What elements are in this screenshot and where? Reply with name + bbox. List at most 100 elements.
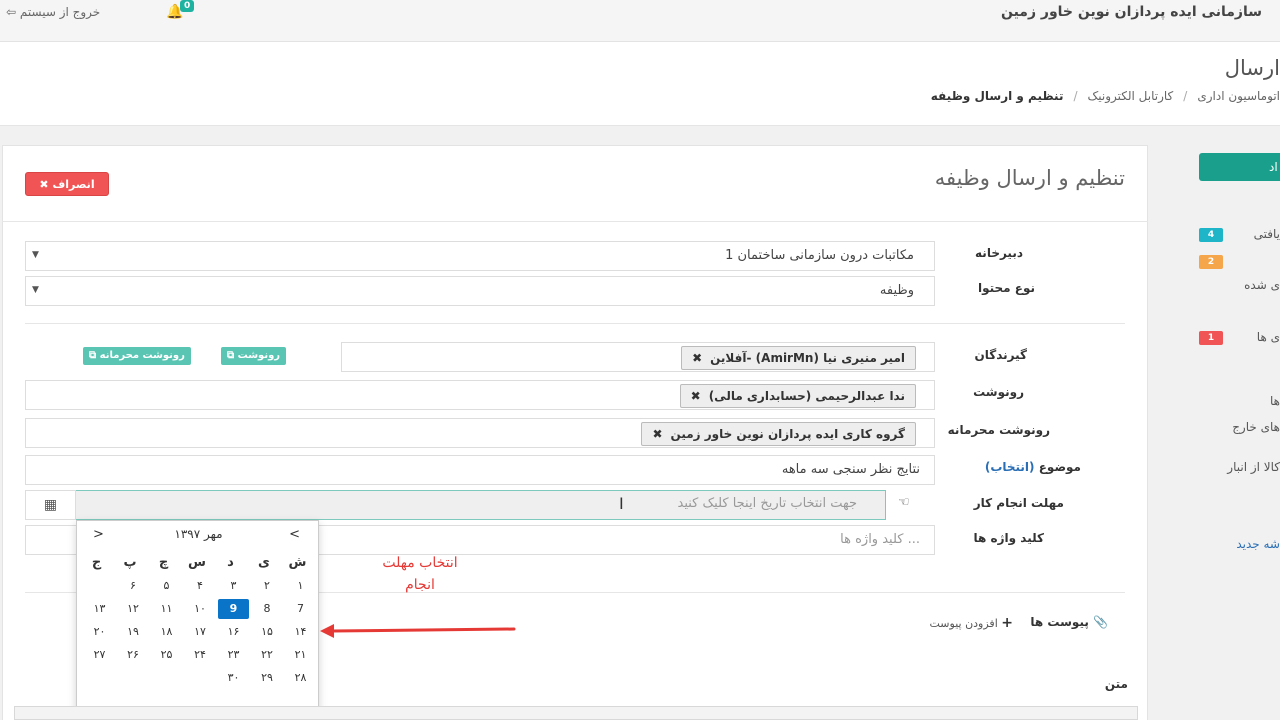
datepicker-weekday: ی [258,555,270,570]
datepicker-day[interactable]: 8 [252,599,283,619]
datepicker-day[interactable]: ۱۹ [118,622,149,642]
annotation-arrow [320,624,516,638]
attachments-label: پیوست ها 📎 [1030,615,1108,629]
keywords-label: کلید واژه ها [973,531,1044,545]
pointer-hand-icon: ☜ [898,495,910,510]
datepicker-weekday: ش [288,555,307,570]
datepicker-next-button[interactable]: > [93,527,104,542]
datepicker-day[interactable]: ۴ [185,576,216,596]
company-name: سازمانی ایده پردازان نوین خاور زمین [1000,4,1262,20]
plus-icon: + [1001,615,1013,631]
datepicker-day[interactable]: ۲۴ [185,645,216,665]
remove-tag-icon[interactable]: ✖ [652,427,662,441]
confidential-cc-input[interactable]: گروه کاری ایده پردازان نوین خاور زمین✖ [25,418,935,448]
datepicker-day[interactable]: ۱۶ [218,622,249,642]
datepicker-day[interactable]: ۲۸ [285,668,316,688]
datepicker-day[interactable]: ۱۰ [185,599,216,619]
calendar-icon[interactable]: ▦ [25,490,76,520]
add-attachment-button[interactable]: افزودن پیوست + [930,615,1014,631]
recipients-input[interactable]: امیر منیری نیا (AmirMn) -آفلاین✖ [341,342,935,372]
datepicker-day[interactable]: 7 [285,599,316,619]
datepicker-day[interactable]: ۲۶ [118,645,149,665]
datepicker-day[interactable]: ۲۷ [84,645,115,665]
panel-title: تنظیم و ارسال وظیفه [934,166,1125,190]
datepicker-weekday: چ [158,555,169,570]
sidebar-link[interactable]: های خارج [1232,420,1280,434]
copy-icon: ⧉ [227,350,235,361]
breadcrumb: اتوماسیون اداری/کارتابل الکترونیک/تنظیم … [930,89,1280,103]
datepicker-day[interactable]: ۱ [285,576,316,596]
datepicker-day[interactable]: ۶ [118,576,149,596]
datepicker-weekday: پ [123,555,137,570]
page-title: ارسال [1224,56,1280,80]
deadline-label: مهلت انجام کار [973,496,1064,510]
datepicker-day[interactable]: ۱۵ [252,622,283,642]
sidebar-link[interactable]: شه جدید [1236,537,1280,551]
content-type-label: نوع محتوا [977,281,1035,295]
add-cc-button[interactable]: ⧉ رونوشت [221,347,287,365]
caret-down-icon: ▼ [32,250,39,260]
datepicker-day[interactable]: ۳ [218,576,249,596]
datepicker-day[interactable]: ۲۰ [84,622,115,642]
remove-tag-icon[interactable]: ✖ [692,351,702,365]
annotation-text: انتخاب مهلت انجام [382,555,458,593]
sidebar-item[interactable]: ی ها [1257,330,1280,344]
datepicker-day-today[interactable]: 9 [218,599,249,619]
add-confidential-cc-button[interactable]: ⧉ رونوشت محرمانه [83,347,191,365]
sidebar-badge: 4 [1199,228,1223,242]
datepicker-day[interactable]: ۱۴ [285,622,316,642]
datepicker-day[interactable]: ۱۱ [151,599,182,619]
content-type-select[interactable]: وظیفه ▼ [25,276,935,306]
sidebar-badge: 1 [1199,331,1223,345]
recipients-label: گیرندگان [974,348,1027,362]
subject-label: موضوع (انتخاب) [984,460,1081,474]
datepicker-month-label: مهر ۱۳۹۷ [174,527,223,541]
divider [2,221,1148,222]
logout-icon: ⇦ [6,5,17,19]
subject-select-link[interactable]: (انتخاب) [985,460,1035,474]
subject-input[interactable]: نتایج نظر سنجی سه ماهه [25,455,935,485]
datepicker-day[interactable]: ۳۰ [218,668,249,688]
datepicker-weekday: ج [91,555,102,570]
notification-badge: 0 [180,0,195,12]
datepicker-day[interactable]: ۲۱ [285,645,316,665]
cancel-button[interactable]: ✖ انصراف [25,172,109,196]
sidebar-item[interactable]: یافتی [1254,227,1280,241]
secretariat-select[interactable]: مکاتبات درون سازمانی ساختمان 1 ▼ [25,241,935,271]
sidebar-new-button[interactable]: اد [1199,153,1280,181]
datepicker-day[interactable]: ۱۷ [185,622,216,642]
cc-input[interactable]: ندا عبدالرحیمی (حسابداری مالی)✖ [25,380,935,410]
datepicker-day[interactable]: ۲۲ [252,645,283,665]
secretariat-label: دبیرخانه [975,246,1023,260]
confidential-cc-label: رونوشت محرمانه [947,423,1050,437]
datepicker-day[interactable]: ۱۸ [151,622,182,642]
editor-toolbar[interactable] [14,706,1138,720]
paperclip-icon: 📎 [1093,615,1108,629]
datepicker-prev-button[interactable]: < [289,527,300,542]
breadcrumb-current: تنظیم و ارسال وظیفه [930,89,1064,103]
datepicker-day[interactable]: ۲۵ [151,645,182,665]
sidebar-link[interactable]: ها [1270,394,1280,408]
datepicker-day[interactable]: ۲ [252,576,283,596]
datepicker-day[interactable]: ۲۹ [252,668,283,688]
sidebar-link[interactable]: کالا از انبار [1227,460,1280,474]
deadline-date-input[interactable]: جهت انتخاب تاریخ اینجا کلیک کنید I [75,490,886,520]
logout-link[interactable]: ⇦ خروج از سیستم [6,5,100,19]
datepicker-day[interactable]: ۲۳ [218,645,249,665]
breadcrumb-item[interactable]: کارتابل الکترونیک [1088,89,1174,103]
datepicker-day[interactable]: ۱۳ [84,599,115,619]
breadcrumb-item[interactable]: اتوماسیون اداری [1197,89,1280,103]
body-label: متن [1104,677,1128,691]
close-icon: ✖ [39,178,49,191]
remove-tag-icon[interactable]: ✖ [691,389,701,403]
cc-label: رونوشت [973,385,1024,399]
logout-label: خروج از سیستم [19,5,101,19]
sidebar-badge: 2 [1199,255,1223,269]
caret-down-icon: ▼ [32,285,39,295]
datepicker-day[interactable]: ۱۲ [118,599,149,619]
datepicker-weekday: س [188,555,206,570]
datepicker-day[interactable]: ۵ [151,576,182,596]
divider [25,323,1125,324]
sidebar-item[interactable]: ی شده [1244,278,1280,292]
page-header [0,42,1280,126]
